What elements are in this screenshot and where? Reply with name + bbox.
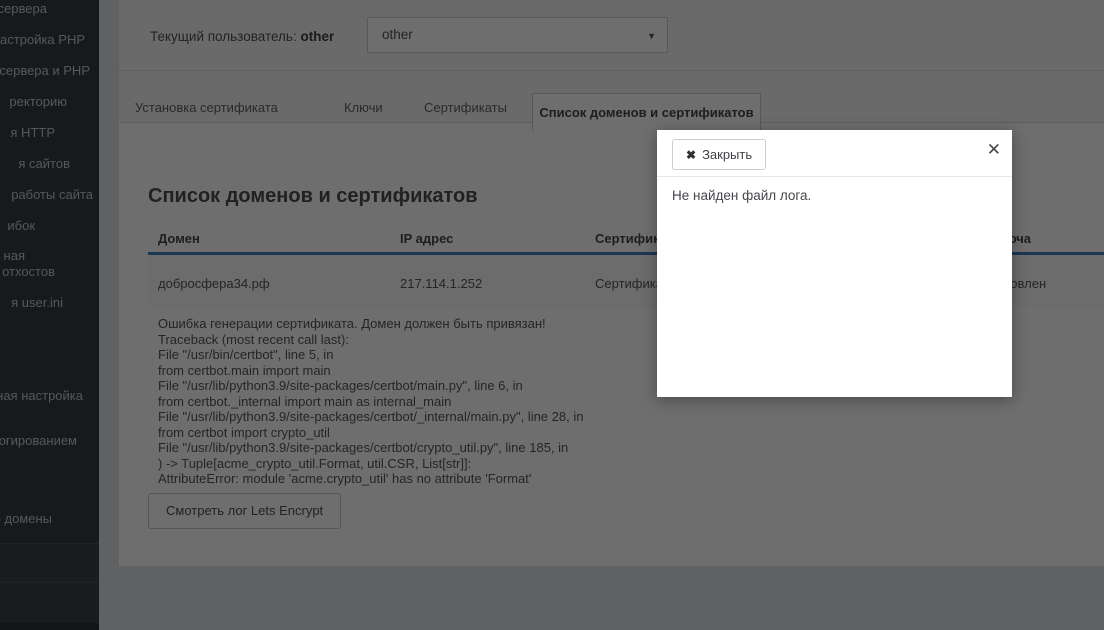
corner-close-icon[interactable]: ✕ bbox=[987, 141, 1001, 158]
modal-close-button-label: Закрыть bbox=[702, 147, 752, 162]
close-icon: ✖ bbox=[686, 148, 696, 162]
app-window: бсервера астройка PHP сервера и PHP рект… bbox=[0, 0, 1104, 630]
modal-close-button[interactable]: ✖ Закрыть bbox=[672, 139, 766, 170]
log-modal: ✖ Закрыть ✕ Не найден файл лога. bbox=[657, 130, 1012, 397]
modal-body-text: Не найден файл лога. bbox=[657, 177, 1012, 214]
modal-header: ✖ Закрыть ✕ bbox=[657, 130, 1012, 177]
